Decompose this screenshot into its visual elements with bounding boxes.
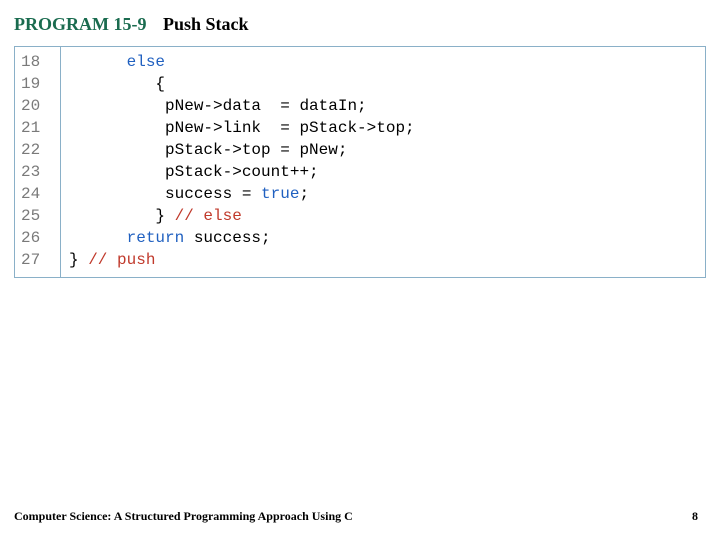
- line-number-gutter: 18192021222324252627: [15, 47, 61, 277]
- line-number: 25: [21, 205, 54, 227]
- code-line: pNew->link = pStack->top;: [69, 117, 697, 139]
- code-listing: 18192021222324252627 else { pNew->data =…: [14, 46, 706, 278]
- code-line: else: [69, 51, 697, 73]
- program-header: PROGRAM 15-9 Push Stack: [14, 14, 249, 35]
- line-number: 26: [21, 227, 54, 249]
- code-body: else { pNew->data = dataIn; pNew->link =…: [61, 47, 705, 277]
- line-number: 23: [21, 161, 54, 183]
- code-line: } // push: [69, 249, 697, 271]
- line-number: 27: [21, 249, 54, 271]
- line-number: 24: [21, 183, 54, 205]
- footer-text: Computer Science: A Structured Programmi…: [14, 509, 353, 524]
- line-number: 18: [21, 51, 54, 73]
- line-number: 19: [21, 73, 54, 95]
- code-line: return success;: [69, 227, 697, 249]
- line-number: 22: [21, 139, 54, 161]
- code-line: pStack->top = pNew;: [69, 139, 697, 161]
- program-title: Push Stack: [163, 14, 249, 34]
- code-line: pNew->data = dataIn;: [69, 95, 697, 117]
- program-label: PROGRAM 15-9: [14, 14, 146, 34]
- line-number: 21: [21, 117, 54, 139]
- page-number: 8: [692, 509, 698, 524]
- code-line: pStack->count++;: [69, 161, 697, 183]
- code-line: success = true;: [69, 183, 697, 205]
- code-line: {: [69, 73, 697, 95]
- code-line: } // else: [69, 205, 697, 227]
- line-number: 20: [21, 95, 54, 117]
- slide: PROGRAM 15-9 Push Stack 1819202122232425…: [0, 0, 720, 540]
